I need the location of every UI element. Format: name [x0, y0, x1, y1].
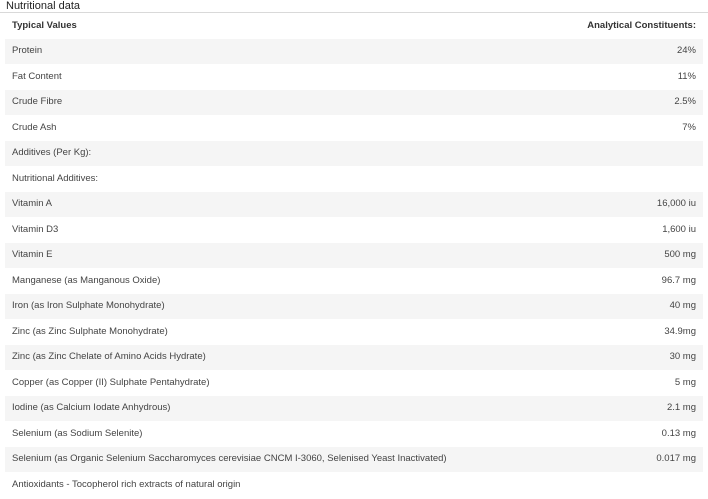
row-value: 11% [449, 64, 703, 90]
nutrition-table: Typical Values Analytical Constituents: … [5, 13, 703, 498]
header-analytical-constituents: Analytical Constituents: [449, 13, 703, 39]
row-value: 2.1 mg [449, 395, 703, 421]
row-label: Antioxidants - Tocopherol rich extracts … [5, 472, 449, 498]
row-label: Fat Content [5, 64, 449, 90]
row-label: Nutritional Additives: [5, 166, 449, 192]
table-row: Nutritional Additives: [5, 166, 703, 192]
row-label: Crude Fibre [5, 89, 449, 115]
row-value: 24% [449, 38, 703, 64]
row-value: 30 mg [449, 344, 703, 370]
table-row: Manganese (as Manganous Oxide) 96.7 mg [5, 268, 703, 294]
table-row: Zinc (as Zinc Sulphate Monohydrate) 34.9m… [5, 319, 703, 345]
table-row: Vitamin D3 1,600 iu [5, 217, 703, 243]
row-label: Copper (as Copper (II) Sulphate Pentahyd… [5, 370, 449, 396]
table-row: Additives (Per Kg): [5, 140, 703, 166]
table-row: Vitamin A 16,000 iu [5, 191, 703, 217]
row-value: 500 mg [449, 242, 703, 268]
table-row: Selenium (as Organic Selenium Saccharomy… [5, 446, 703, 472]
nutritional-data-panel: Nutritional data Typical Values Analytic… [0, 0, 708, 499]
row-value: 0.017 mg [449, 446, 703, 472]
table-row: Crude Fibre 2.5% [5, 89, 703, 115]
table-row: Vitamin E 500 mg [5, 242, 703, 268]
row-label: Crude Ash [5, 115, 449, 141]
row-value [449, 140, 703, 166]
row-label: Iodine (as Calcium Iodate Anhydrous) [5, 395, 449, 421]
row-label: Vitamin A [5, 191, 449, 217]
row-value: 5 mg [449, 370, 703, 396]
row-label: Manganese (as Manganous Oxide) [5, 268, 449, 294]
row-label: Vitamin D3 [5, 217, 449, 243]
row-label: Selenium (as Sodium Selenite) [5, 421, 449, 447]
row-label: Zinc (as Zinc Sulphate Monohydrate) [5, 319, 449, 345]
row-value: 7% [449, 115, 703, 141]
table-row: Iodine (as Calcium Iodate Anhydrous) 2.1 … [5, 395, 703, 421]
row-value: 34.9mg [449, 319, 703, 345]
row-label: Selenium (as Organic Selenium Saccharomy… [5, 446, 449, 472]
table-row: Copper (as Copper (II) Sulphate Pentahyd… [5, 370, 703, 396]
table-row: Crude Ash 7% [5, 115, 703, 141]
row-value [449, 472, 703, 498]
row-value: 2.5% [449, 89, 703, 115]
table-row: Fat Content 11% [5, 64, 703, 90]
row-label: Zinc (as Zinc Chelate of Amino Acids Hyd… [5, 344, 449, 370]
row-value: 0.13 mg [449, 421, 703, 447]
row-value: 96.7 mg [449, 268, 703, 294]
table-row: Protein 24% [5, 38, 703, 64]
header-typical-values: Typical Values [5, 13, 449, 39]
table-row: Zinc (as Zinc Chelate of Amino Acids Hyd… [5, 344, 703, 370]
row-label: Protein [5, 38, 449, 64]
row-value: 40 mg [449, 293, 703, 319]
table-row: Selenium (as Sodium Selenite) 0.13 mg [5, 421, 703, 447]
row-value: 16,000 iu [449, 191, 703, 217]
table-row: Iron (as Iron Sulphate Monohydrate) 40 mg [5, 293, 703, 319]
table-row: Antioxidants - Tocopherol rich extracts … [5, 472, 703, 498]
table-header-row: Typical Values Analytical Constituents: [5, 13, 703, 39]
row-label: Vitamin E [5, 242, 449, 268]
row-value: 1,600 iu [449, 217, 703, 243]
row-value [449, 166, 703, 192]
row-label: Additives (Per Kg): [5, 140, 449, 166]
row-label: Iron (as Iron Sulphate Monohydrate) [5, 293, 449, 319]
